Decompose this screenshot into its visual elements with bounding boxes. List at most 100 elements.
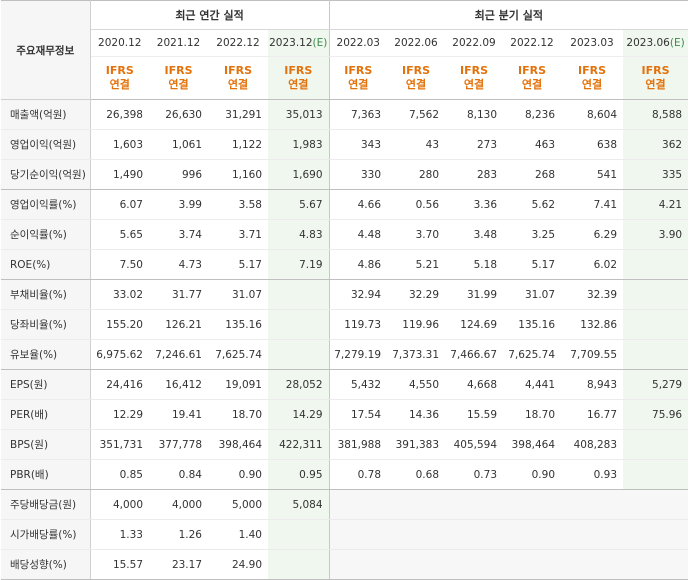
value-cell: [268, 279, 330, 310]
table-row: 당좌비율(%) 155.20 126.21 135.16 119.73 119.96 124…: [1, 309, 689, 340]
table-row: 배당성향(%) 15.57 23.17 24.90: [1, 549, 689, 580]
ifrs-label: IFRS: [284, 64, 313, 77]
ifrs-label: IFRS: [641, 64, 670, 77]
ifrs-consolidated-tag: IFRS 연결: [445, 56, 504, 100]
ifrs-consolidated-tag: IFRS 연결: [387, 56, 446, 100]
financial-summary-table: 주요재무정보 최근 연간 실적 최근 분기 실적 2020.12 2021.12 2…: [1, 0, 689, 580]
value-cell: 35,013: [268, 99, 330, 130]
consolidated-label: 연결: [405, 78, 427, 91]
value-cell: 3.25: [503, 219, 562, 250]
value-cell: 422,311: [268, 429, 330, 460]
value-cell: 124.69: [445, 309, 504, 340]
value-cell: 1,160: [208, 159, 268, 190]
value-cell: 6.07: [90, 189, 149, 220]
value-cell: 43: [387, 129, 446, 160]
value-cell: 381,988: [329, 429, 388, 460]
consolidated-label: 연결: [168, 78, 189, 91]
value-cell: 362: [623, 129, 689, 160]
value-cell: 119.73: [329, 309, 388, 340]
value-cell: 24,416: [90, 369, 149, 400]
value-cell: 1,983: [268, 129, 330, 160]
value-cell: 18.70: [208, 399, 268, 430]
value-cell: 7,246.61: [149, 339, 208, 370]
period-header: 2022.09: [445, 29, 504, 57]
corner-label: 주요재무정보: [1, 0, 91, 100]
ifrs-label: IFRS: [518, 64, 547, 77]
ifrs-consolidated-tag: IFRS 연결: [561, 56, 624, 100]
value-cell: 16,412: [149, 369, 208, 400]
ifrs-consolidated-tag: IFRS 연결: [208, 56, 268, 100]
period-label: 2022.12: [216, 37, 260, 49]
value-cell: 1,061: [149, 129, 208, 160]
value-cell: [623, 519, 689, 550]
ifrs-consolidated-tag: IFRS 연결: [268, 56, 330, 100]
value-cell: [503, 489, 562, 520]
ifrs-consolidated-tag: IFRS 연결: [149, 56, 208, 100]
period-header: 2022.03: [329, 29, 388, 57]
value-cell: 17.54: [329, 399, 388, 430]
row-label: 영업이익(억원): [1, 129, 91, 160]
value-cell: [387, 489, 446, 520]
value-cell: [623, 489, 689, 520]
value-cell: [268, 309, 330, 340]
row-label: BPS(원): [1, 429, 91, 460]
period-label: 2023.12: [269, 37, 313, 49]
value-cell: 31.77: [149, 279, 208, 310]
value-cell: 5,084: [268, 489, 330, 520]
value-cell: 31.07: [503, 279, 562, 310]
value-cell: 132.86: [561, 309, 624, 340]
value-cell: 4.66: [329, 189, 388, 220]
row-label: PER(배): [1, 399, 91, 430]
value-cell: 3.48: [445, 219, 504, 250]
value-cell: 5.17: [208, 249, 268, 280]
annual-title: 최근 연간 실적: [90, 0, 330, 30]
table-row: 순이익률(%) 5.65 3.74 3.71 4.83 4.48 3.70 3.48 3.25 6…: [1, 219, 689, 250]
value-cell: [623, 459, 689, 490]
value-cell: [387, 519, 446, 550]
ifrs-consolidated-tag: IFRS 연결: [503, 56, 562, 100]
value-cell: 6,975.62: [90, 339, 149, 370]
value-cell: 5.62: [503, 189, 562, 220]
value-cell: 3.70: [387, 219, 446, 250]
table-row: 매출액(억원) 26,398 26,630 31,291 35,013 7,363 7,56…: [1, 99, 689, 130]
value-cell: 18.70: [503, 399, 562, 430]
value-cell: 1.40: [208, 519, 268, 550]
row-label: 주당배당금(원): [1, 489, 91, 520]
value-cell: 4,000: [90, 489, 149, 520]
value-cell: 5.67: [268, 189, 330, 220]
value-cell: 5,279: [623, 369, 689, 400]
ifrs-label: IFRS: [460, 64, 489, 77]
value-cell: 7,625.74: [503, 339, 562, 370]
ifrs-label: IFRS: [578, 64, 607, 77]
value-cell: 0.85: [90, 459, 149, 490]
value-cell: [268, 549, 330, 580]
consolidated-label: 연결: [521, 78, 543, 91]
value-cell: [503, 549, 562, 580]
value-cell: 14.36: [387, 399, 446, 430]
period-label: 2022.12: [510, 37, 554, 49]
ifrs-label: IFRS: [164, 64, 193, 77]
estimate-marker: (E): [669, 37, 685, 49]
value-cell: 5,432: [329, 369, 388, 400]
value-cell: 4.73: [149, 249, 208, 280]
period-header: 2022.12: [208, 29, 268, 57]
value-cell: 26,630: [149, 99, 208, 130]
value-cell: [445, 489, 504, 520]
value-cell: 15.57: [90, 549, 149, 580]
ifrs-consolidated-tag: IFRS 연결: [329, 56, 388, 100]
value-cell: 7,373.31: [387, 339, 446, 370]
value-cell: 268: [503, 159, 562, 190]
value-cell: 8,236: [503, 99, 562, 130]
value-cell: 14.29: [268, 399, 330, 430]
value-cell: [329, 519, 388, 550]
value-cell: 4,550: [387, 369, 446, 400]
period-header: 2020.12: [90, 29, 149, 57]
value-cell: 3.74: [149, 219, 208, 250]
period-label: 2023.03: [570, 37, 614, 49]
value-cell: [623, 339, 689, 370]
value-cell: 7,363: [329, 99, 388, 130]
value-cell: [268, 339, 330, 370]
value-cell: 15.59: [445, 399, 504, 430]
value-cell: 32.29: [387, 279, 446, 310]
value-cell: 3.90: [623, 219, 689, 250]
